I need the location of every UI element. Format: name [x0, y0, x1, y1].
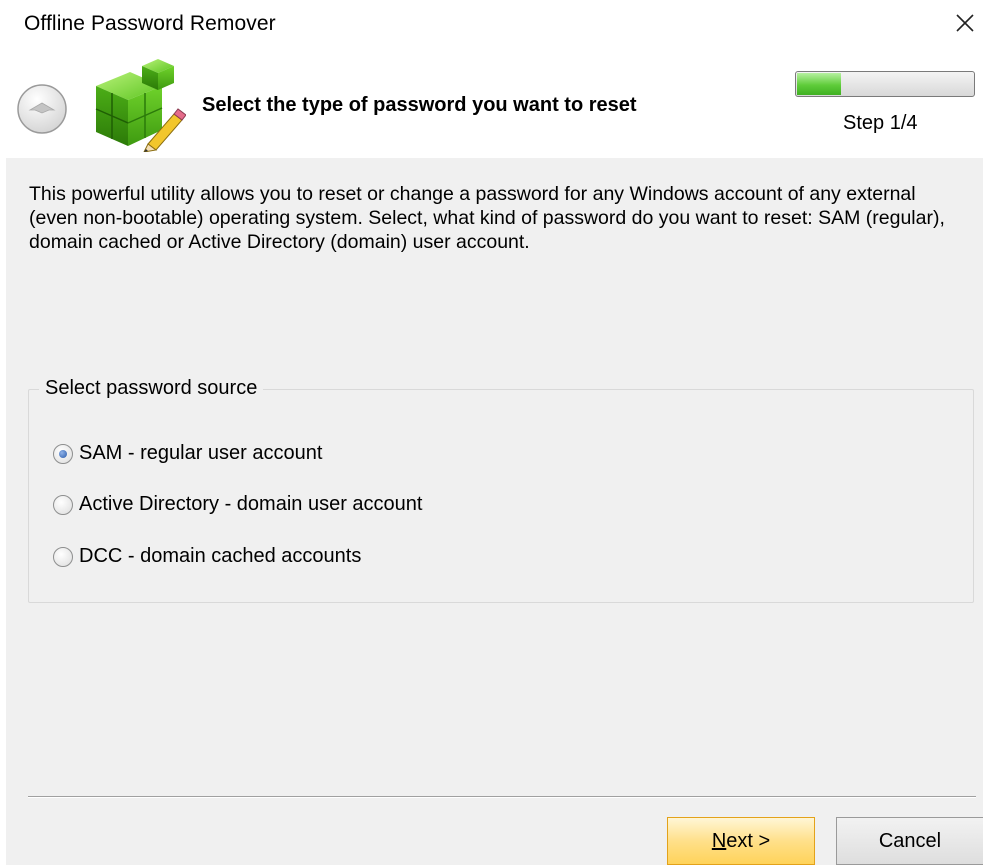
wizard-body: This powerful utility allows you to rese… — [6, 158, 983, 865]
back-arrow-icon — [17, 84, 67, 134]
radio-button[interactable] — [53, 443, 73, 464]
password-source-group: Select password source SAM - regular use… — [28, 377, 974, 603]
radio-button[interactable] — [53, 494, 73, 515]
wizard-progress-bar — [795, 71, 975, 97]
description-text: This powerful utility allows you to rese… — [29, 183, 945, 253]
progress-fill — [797, 73, 841, 95]
next-button-label: Next > — [711, 829, 771, 852]
window-title: Offline Password Remover — [24, 12, 276, 35]
next-button[interactable]: Next > — [667, 817, 815, 865]
radio-label: DCC - domain cached accounts — [79, 545, 362, 567]
radio-sam[interactable]: SAM - regular user account — [53, 442, 322, 465]
radio-active-directory[interactable]: Active Directory - domain user account — [53, 493, 422, 516]
radio-button[interactable] — [53, 546, 73, 567]
close-button[interactable] — [948, 6, 982, 40]
title-bar: Offline Password Remover — [0, 0, 983, 50]
cancel-button[interactable]: Cancel — [836, 817, 983, 865]
close-icon — [956, 14, 974, 32]
back-button[interactable] — [16, 83, 68, 135]
cancel-button-label: Cancel — [878, 829, 942, 852]
radio-label: SAM - regular user account — [79, 442, 323, 464]
radio-dcc[interactable]: DCC - domain cached accounts — [53, 545, 361, 568]
step-indicator: Step 1/4 — [843, 112, 918, 134]
registry-cubes-pencil-icon — [90, 56, 187, 153]
divider — [28, 796, 976, 798]
wizard-header: Select the type of password you want to … — [0, 50, 983, 158]
group-label: Select password source — [39, 377, 264, 400]
page-title: Select the type of password you want to … — [202, 94, 637, 116]
radio-label: Active Directory - domain user account — [79, 493, 423, 515]
